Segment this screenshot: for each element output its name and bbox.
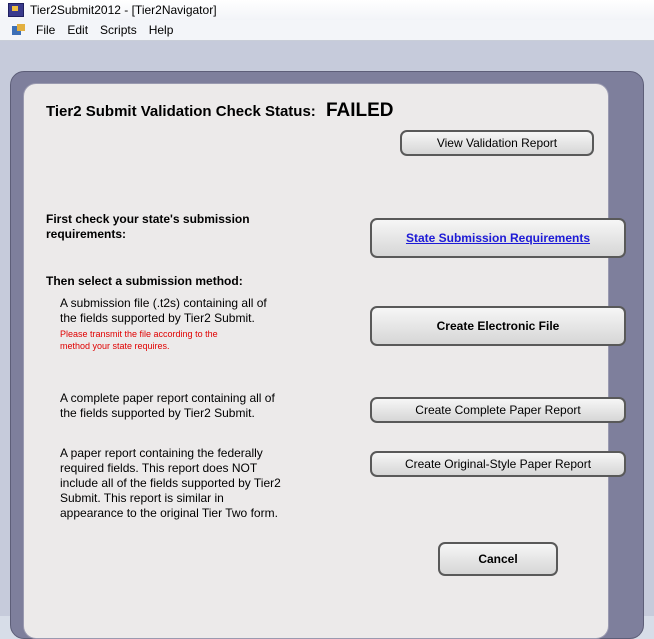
menu-scripts[interactable]: Scripts [94, 23, 143, 37]
electronic-note: Please transmit the file according to th… [60, 328, 218, 352]
complete-desc-line2: the fields supported by Tier2 Submit. [60, 406, 255, 420]
state-submission-requirements-button[interactable]: State Submission Requirements [370, 218, 626, 258]
original-desc-line1: A paper report containing the federally [60, 446, 263, 460]
create-complete-paper-report-button[interactable]: Create Complete Paper Report [370, 397, 626, 423]
original-desc-line5: appearance to the original Tier Two form… [60, 506, 278, 520]
original-desc-line4: Submit. This report is similar in [60, 491, 224, 505]
complete-paper-description: A complete paper report containing all o… [60, 391, 275, 421]
menu-help[interactable]: Help [143, 23, 180, 37]
view-validation-report-button[interactable]: View Validation Report [400, 130, 594, 156]
create-electronic-file-button[interactable]: Create Electronic File [370, 306, 626, 346]
app-icon [8, 3, 24, 17]
window-title: Tier2Submit2012 - [Tier2Navigator] [30, 3, 217, 17]
check-requirements-label: First check your state's submission requ… [46, 212, 250, 242]
complete-desc-line1: A complete paper report containing all o… [60, 391, 275, 405]
electronic-note-line1: Please transmit the file according to th… [60, 329, 218, 339]
electronic-desc-line1: A submission file (.t2s) containing all … [60, 296, 267, 310]
status-heading: Tier2 Submit Validation Check Status: FA… [46, 100, 394, 122]
submission-method-label: Then select a submission method: [46, 274, 243, 288]
validation-panel: Tier2 Submit Validation Check Status: FA… [24, 84, 626, 638]
electronic-desc-line2: the fields supported by Tier2 Submit. [60, 311, 255, 325]
menu-file[interactable]: File [30, 23, 61, 37]
original-desc-line2: required fields. This report does NOT [60, 461, 258, 475]
electronic-note-line2: method your state requires. [60, 341, 170, 351]
check-label-line2: requirements: [46, 227, 127, 241]
cancel-button[interactable]: Cancel [438, 542, 558, 576]
create-original-style-paper-report-button[interactable]: Create Original-Style Paper Report [370, 451, 626, 477]
original-desc-line3: include all of the fields supported by T… [60, 476, 281, 490]
status-value: FAILED [325, 100, 394, 121]
electronic-description: A submission file (.t2s) containing all … [60, 296, 267, 326]
menu-edit[interactable]: Edit [61, 23, 94, 37]
check-label-line1: First check your state's submission [46, 212, 250, 226]
menubar: File Edit Scripts Help [0, 20, 654, 41]
original-paper-description: A paper report containing the federally … [60, 446, 281, 521]
document-icon[interactable] [12, 24, 26, 36]
window-titlebar: Tier2Submit2012 - [Tier2Navigator] [0, 0, 654, 20]
status-label: Tier2 Submit Validation Check Status: [46, 103, 316, 120]
